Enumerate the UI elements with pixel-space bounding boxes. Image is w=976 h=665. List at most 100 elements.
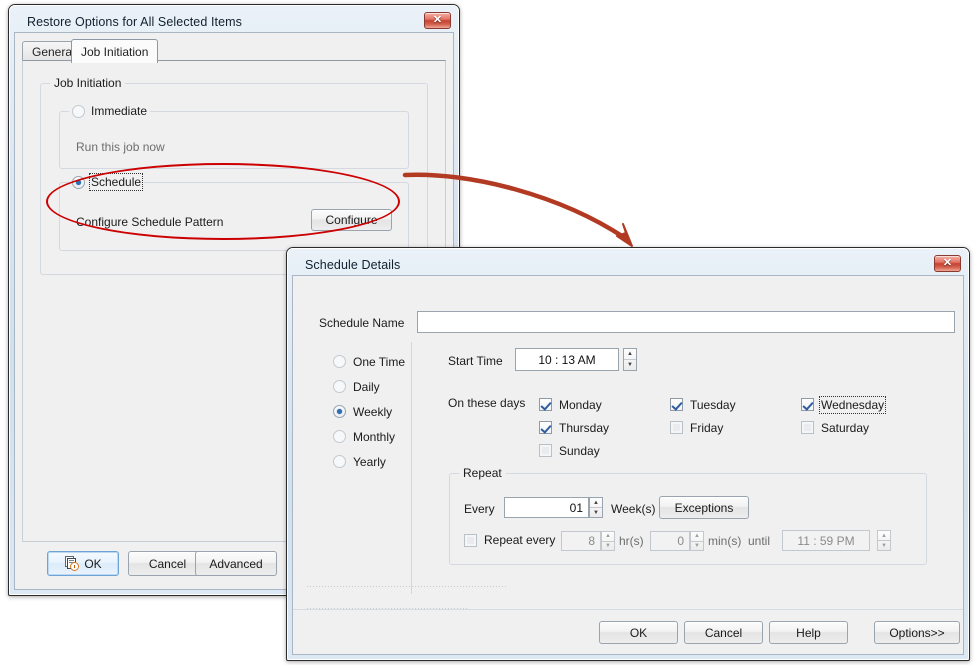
- repeat-minutes-spinner[interactable]: ▲ ▼: [690, 531, 704, 551]
- frequency-option-monthly[interactable]: Monthly: [333, 424, 405, 449]
- repeat-every-checkbox[interactable]: [464, 534, 477, 547]
- one-time-radio[interactable]: [333, 355, 346, 368]
- day-checkbox-wednesday[interactable]: Wednesday: [801, 393, 884, 416]
- frequency-option-daily[interactable]: Daily: [333, 374, 405, 399]
- start-time-label: Start Time: [448, 354, 503, 368]
- repeat-group-label: Repeat: [459, 466, 506, 480]
- immediate-option[interactable]: Immediate: [69, 104, 150, 118]
- start-time-input[interactable]: 10 : 13 AM: [515, 348, 619, 371]
- close-button[interactable]: ✕: [424, 12, 451, 29]
- thursday-checkbox[interactable]: [539, 421, 552, 434]
- spinner-up-icon[interactable]: ▲: [624, 349, 636, 360]
- start-time-value: 10 : 13 AM: [538, 353, 595, 367]
- schedule-name-label: Schedule Name: [319, 316, 404, 330]
- daily-label: Daily: [353, 380, 380, 394]
- advanced-button[interactable]: Advanced: [195, 551, 277, 576]
- until-time-input[interactable]: 11 : 59 PM: [782, 530, 870, 551]
- schedule-options-button[interactable]: Options>>: [874, 621, 960, 644]
- monday-checkbox[interactable]: [539, 398, 552, 411]
- titlebar[interactable]: Schedule Details ✕: [293, 254, 963, 276]
- every-spinner[interactable]: ▲ ▼: [589, 497, 603, 518]
- sunday-checkbox[interactable]: [539, 444, 552, 457]
- schedule-content: Schedule Name One Time Daily Weekly: [293, 276, 963, 609]
- immediate-label: Immediate: [91, 104, 147, 118]
- day-checkbox-sunday[interactable]: Sunday: [539, 439, 609, 462]
- repeat-group: Repeat Every 01 ▲ ▼ Week(s) Exceptions R…: [449, 473, 927, 565]
- daily-radio[interactable]: [333, 380, 346, 393]
- ok-button-label: OK: [84, 557, 101, 571]
- repeat-minutes-input[interactable]: 0: [650, 531, 690, 551]
- tuesday-label: Tuesday: [690, 398, 736, 412]
- repeat-every-label: Repeat every: [484, 533, 555, 547]
- wednesday-checkbox[interactable]: [801, 398, 814, 411]
- schedule-radio[interactable]: [72, 176, 85, 189]
- repeat-hours-spinner[interactable]: ▲ ▼: [601, 531, 615, 551]
- every-label: Every: [464, 502, 495, 516]
- wednesday-label: Wednesday: [821, 398, 884, 412]
- window-title: Restore Options for All Selected Items: [27, 15, 242, 29]
- until-time-value: 11 : 59 PM: [797, 534, 854, 548]
- weekly-radio[interactable]: [333, 405, 346, 418]
- schedule-dialog-button-bar: OK Cancel Help Options>>: [293, 609, 963, 654]
- schedule-option[interactable]: Schedule: [69, 175, 144, 189]
- frequency-option-weekly[interactable]: Weekly: [333, 399, 405, 424]
- day-checkbox-thursday[interactable]: Thursday: [539, 416, 609, 439]
- day-checkbox-monday[interactable]: Monday: [539, 393, 609, 416]
- start-time-spinner[interactable]: ▲ ▼: [623, 348, 637, 371]
- until-time-spinner[interactable]: ▲ ▼: [877, 530, 891, 551]
- schedule-ok-button[interactable]: OK: [599, 621, 678, 644]
- monday-label: Monday: [559, 398, 602, 412]
- immediate-description: Run this job now: [76, 140, 165, 154]
- every-input[interactable]: 01: [504, 497, 589, 518]
- titlebar[interactable]: Restore Options for All Selected Items ✕: [15, 11, 453, 33]
- schedule-label: Schedule: [91, 175, 141, 189]
- sunday-label: Sunday: [559, 444, 600, 458]
- spinner-up-icon[interactable]: ▲: [691, 532, 703, 542]
- saturday-label: Saturday: [821, 421, 869, 435]
- tuesday-checkbox[interactable]: [670, 398, 683, 411]
- schedule-group: Schedule Configure Schedule Pattern Conf…: [59, 182, 409, 251]
- spinner-up-icon[interactable]: ▲: [878, 531, 890, 541]
- spinner-down-icon[interactable]: ▼: [602, 542, 614, 551]
- job-initiation-group-label: Job Initiation: [50, 76, 125, 90]
- day-checkbox-friday[interactable]: Friday: [670, 416, 736, 439]
- dialog-body: Schedule Name One Time Daily Weekly: [292, 275, 964, 655]
- spinner-down-icon[interactable]: ▼: [878, 541, 890, 550]
- day-checkbox-saturday[interactable]: Saturday: [801, 416, 884, 439]
- schedule-cancel-button[interactable]: Cancel: [684, 621, 763, 644]
- frequency-radio-group: One Time Daily Weekly Monthly Yearly: [333, 349, 405, 474]
- close-button[interactable]: ✕: [934, 255, 961, 272]
- minutes-unit-label: min(s): [708, 534, 741, 548]
- repeat-every-checkbox-row[interactable]: Repeat every: [464, 533, 555, 547]
- repeat-hours-value: 8: [588, 534, 595, 548]
- friday-checkbox[interactable]: [670, 421, 683, 434]
- schedule-name-input[interactable]: [417, 311, 955, 333]
- every-value: 01: [570, 501, 583, 515]
- frequency-option-yearly[interactable]: Yearly: [333, 449, 405, 474]
- spinner-down-icon[interactable]: ▼: [624, 360, 636, 370]
- weekly-label: Weekly: [353, 405, 392, 419]
- decorative-dots-1: [307, 586, 507, 587]
- yearly-label: Yearly: [353, 455, 386, 469]
- until-label: until: [748, 534, 770, 548]
- friday-label: Friday: [690, 421, 723, 435]
- spinner-up-icon[interactable]: ▲: [590, 498, 602, 508]
- monthly-radio[interactable]: [333, 430, 346, 443]
- frequency-option-one-time[interactable]: One Time: [333, 349, 405, 374]
- configure-button[interactable]: Configure: [311, 209, 392, 231]
- yearly-radio[interactable]: [333, 455, 346, 468]
- day-checkbox-tuesday[interactable]: Tuesday: [670, 393, 736, 416]
- schedule-details-dialog[interactable]: Schedule Details ✕ Schedule Name One Tim…: [286, 247, 970, 661]
- schedule-help-button[interactable]: Help: [769, 621, 848, 644]
- spinner-up-icon[interactable]: ▲: [602, 532, 614, 542]
- hours-unit-label: hr(s): [619, 534, 644, 548]
- tab-job-initiation[interactable]: Job Initiation: [71, 39, 158, 63]
- exceptions-button[interactable]: Exceptions: [659, 496, 749, 519]
- tabstrip: General Job Initiation: [22, 39, 446, 61]
- repeat-hours-input[interactable]: 8: [561, 531, 601, 551]
- spinner-down-icon[interactable]: ▼: [590, 508, 602, 517]
- ok-button[interactable]: OK: [47, 551, 119, 576]
- saturday-checkbox[interactable]: [801, 421, 814, 434]
- spinner-down-icon[interactable]: ▼: [691, 542, 703, 551]
- immediate-radio[interactable]: [72, 105, 85, 118]
